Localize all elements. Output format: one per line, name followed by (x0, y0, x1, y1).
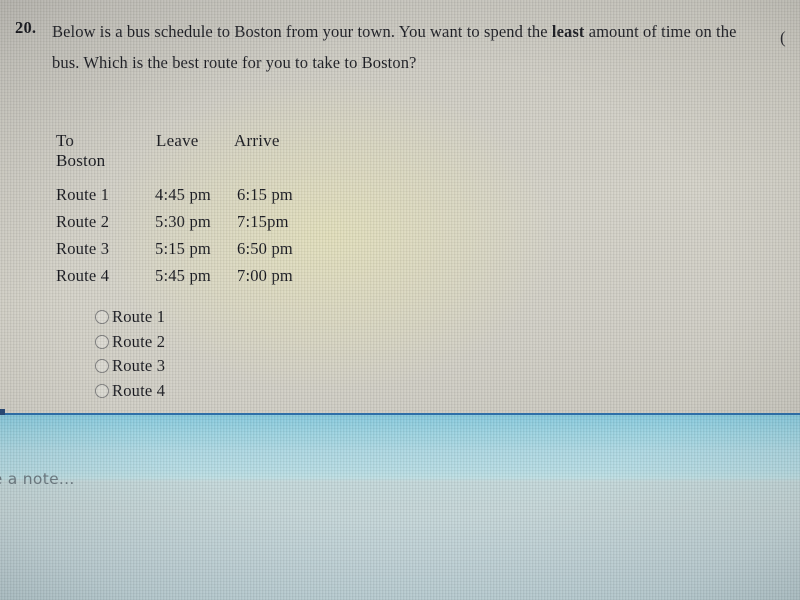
table-row: Route 3 5:15 pm 6:50 pm (56, 239, 316, 266)
cell-leave: 5:15 pm (155, 239, 211, 258)
cell-route: Route 1 (56, 185, 110, 204)
question-pane: 20. Below is a bus schedule to Boston fr… (0, 0, 800, 414)
cell-arrive: 6:15 pm (237, 185, 293, 204)
radio-button-icon[interactable] (95, 310, 109, 325)
cell-leave: 5:45 pm (155, 266, 211, 285)
question-text-part1: Below is a bus schedule to Boston from y… (52, 22, 552, 41)
cell-leave: 5:30 pm (155, 212, 211, 231)
answer-option-label: Route 4 (112, 380, 166, 400)
answer-option-route-2[interactable]: Route 2 (95, 330, 165, 355)
radio-button-icon[interactable] (95, 359, 109, 374)
note-input-placeholder[interactable]: ke a note... (0, 470, 75, 488)
cell-arrive: 7:15pm (237, 212, 289, 231)
answer-option-label: Route 3 (112, 356, 166, 376)
table-row: Route 2 5:30 pm 7:15pm (56, 212, 316, 239)
table-body: Route 1 4:45 pm 6:15 pm Route 2 5:30 pm … (56, 185, 316, 293)
note-pane[interactable] (0, 415, 800, 600)
question-text: Below is a bus schedule to Boston from y… (52, 16, 764, 78)
answer-options-group: Route 1 Route 2 Route 3 Route 4 (95, 305, 165, 403)
cell-leave: 4:45 pm (155, 185, 211, 204)
answer-option-route-1[interactable]: Route 1 (95, 305, 165, 330)
column-header-leave: Leave (156, 131, 199, 150)
cell-route: Route 3 (56, 239, 110, 258)
column-header-to-boston: To Boston (56, 131, 106, 170)
note-pane-highlight-band (0, 415, 800, 450)
screenshot-root: 20. Below is a bus schedule to Boston fr… (0, 0, 800, 600)
cell-arrive: 7:00 pm (237, 266, 293, 285)
table-row: Route 1 4:45 pm 6:15 pm (56, 185, 316, 212)
radio-button-icon[interactable] (95, 334, 109, 349)
question-number: 20. (15, 18, 37, 37)
cell-arrive: 6:50 pm (237, 239, 293, 258)
cell-route: Route 2 (56, 212, 110, 231)
cell-route: Route 4 (56, 266, 110, 285)
column-header-arrive: Arrive (234, 131, 280, 150)
answer-option-route-4[interactable]: Route 4 (95, 379, 165, 404)
question-emphasis-least: least (551, 22, 585, 41)
answer-option-route-3[interactable]: Route 3 (95, 354, 165, 379)
clipped-paren-glyph: ( (780, 28, 786, 47)
radio-button-icon[interactable] (95, 383, 109, 398)
table-row: Route 4 5:45 pm 7:00 pm (56, 266, 316, 293)
answer-option-label: Route 1 (112, 307, 166, 327)
answer-option-label: Route 2 (112, 331, 166, 351)
